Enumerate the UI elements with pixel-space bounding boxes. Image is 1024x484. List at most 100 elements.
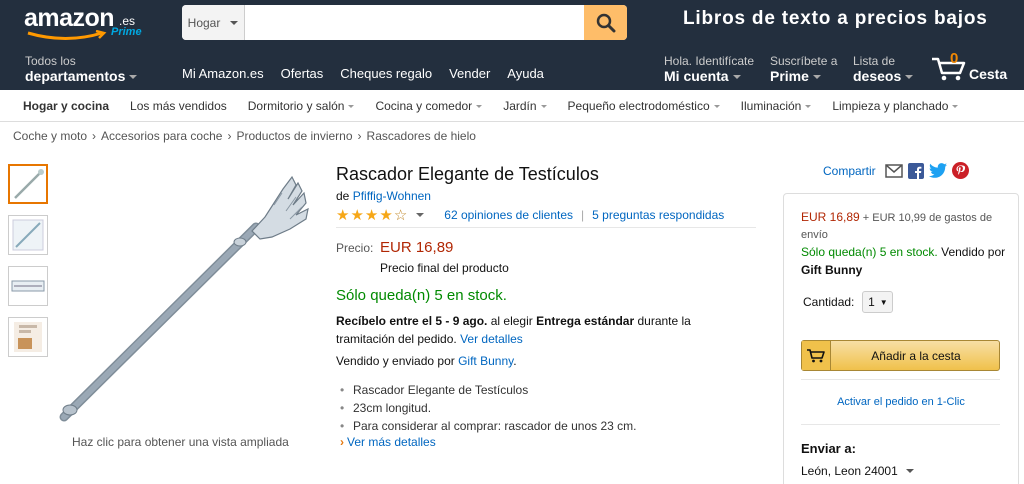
search-button[interactable] [584, 5, 627, 40]
buybox-sold-prefix: Vendido por [937, 245, 1006, 259]
subnav-item-electrodomestico[interactable]: Pequeño electrodoméstico [568, 99, 720, 113]
category-subnav: Hogar y cocina Los más vendidos Dormitor… [0, 90, 1024, 122]
chevron-down-icon [905, 75, 914, 80]
thumbnail-image [14, 322, 42, 352]
subnav-item-mas-vendidos[interactable]: Los más vendidos [130, 99, 227, 113]
buybox-stock-status: Sólo queda(n) 5 en stock. [801, 245, 938, 259]
thumbnail-image [14, 169, 44, 199]
chevron-down-icon [952, 104, 959, 108]
thumbnail-1[interactable] [8, 164, 48, 204]
subnav-item-dormitorio[interactable]: Dormitorio y salón [248, 99, 355, 113]
reviews-link[interactable]: 62 opiniones de clientes [444, 208, 573, 222]
email-icon[interactable] [884, 163, 903, 178]
account-line1: Hola. Identifícate [664, 54, 755, 68]
breadcrumb-separator: › [92, 129, 97, 143]
breadcrumb-item[interactable]: Productos de invierno [236, 129, 352, 143]
star-filled-icon: ★ [364, 206, 379, 224]
sold-by: Vendido y enviado por Gift Bunny. [336, 354, 517, 368]
ship-to-label: Enviar a: [801, 441, 856, 456]
breadcrumb-item[interactable]: Coche y moto [13, 129, 87, 143]
link-mi-amazon[interactable]: Mi Amazon.es [182, 66, 264, 81]
subnav-item-limpieza[interactable]: Limpieza y planchado [832, 99, 959, 113]
chevron-down-icon [732, 75, 741, 80]
chevron-right-icon: › [340, 435, 344, 449]
twitter-icon[interactable] [928, 163, 947, 178]
chevron-down-icon[interactable] [416, 213, 425, 217]
seller-link[interactable]: Gift Bunny [458, 354, 513, 368]
facebook-icon[interactable] [907, 162, 924, 179]
departments-line2: departamentos [25, 68, 126, 84]
wishlist-line1: Lista de [853, 54, 896, 68]
prime-menu[interactable]: Suscríbete a Prime [770, 54, 837, 84]
divider [336, 227, 756, 228]
search-input[interactable] [245, 5, 584, 40]
questions-link[interactable]: 5 preguntas respondidas [592, 208, 724, 222]
thumbnail-3[interactable] [8, 266, 48, 306]
buybox-price: EUR 16,89 + EUR 10,99 de gastos de envío [801, 209, 1006, 244]
add-to-cart-label: Añadir a la cesta [871, 348, 961, 363]
by-prefix: de [336, 189, 350, 203]
pinterest-icon[interactable] [951, 162, 969, 179]
star-filled-icon: ★ [379, 206, 393, 224]
bullet-item: Rascador Elegante de Testículos [340, 381, 636, 399]
subnav-label: Hogar y cocina [23, 98, 110, 113]
quantity-select[interactable]: 1 ▼ [862, 291, 894, 313]
subnav-item-jardin[interactable]: Jardín [503, 98, 547, 113]
logo-text: amazon [24, 4, 115, 32]
ship-to-select[interactable]: León, Leon 24001 [801, 464, 914, 478]
one-click-link[interactable]: Activar el pedido en 1-Clic [784, 396, 1018, 408]
star-filled-icon: ★ [336, 206, 350, 224]
star-rating[interactable]: ★ ★ ★ ★ ☆ [336, 208, 407, 223]
share-label[interactable]: Compartir [823, 164, 876, 178]
chevron-down-icon [540, 104, 547, 108]
subnav-item-hogar-y-cocina[interactable]: Hogar y cocina [23, 99, 109, 113]
amazon-logo[interactable]: amazon .es Prime [24, 4, 144, 44]
promo-banner[interactable]: Libros de texto a precios bajos [683, 8, 988, 30]
sold-prefix: Vendido y enviado por [336, 354, 459, 368]
sold-suffix: . [513, 354, 517, 368]
subnav-label: Jardín [503, 98, 537, 113]
link-vender[interactable]: Vender [449, 66, 490, 81]
account-line2: Mi cuenta [664, 68, 729, 84]
search-category-select[interactable]: Hogar [182, 5, 245, 40]
thumbnail-image [11, 280, 45, 292]
quantity-row: Cantidad: 1 ▼ [803, 291, 894, 313]
thumbnail-2[interactable] [8, 215, 48, 255]
cart-button[interactable]: 0 Cesta [931, 50, 1021, 84]
chevron-down-icon: ▼ [879, 297, 888, 307]
star-filled-icon: ★ [350, 206, 364, 224]
image-caption: Haz clic para obtener una vista ampliada [72, 435, 289, 449]
feature-bullets: Rascador Elegante de Testículos 23cm lon… [340, 381, 636, 435]
delivery-info: Recíbelo entre el 5 - 9 ago. al elegir E… [336, 312, 736, 348]
chevron-down-icon [129, 75, 138, 80]
product-image[interactable] [50, 165, 330, 430]
departments-menu[interactable]: Todos los departamentos [25, 54, 138, 84]
prime-line1: Suscríbete a [770, 54, 838, 68]
bullet-item: Para considerar al comprar: rascador de … [340, 417, 636, 435]
link-cheques-regalo[interactable]: Cheques regalo [340, 66, 432, 81]
ship-to-value: León, Leon 24001 [801, 464, 898, 478]
subnav-item-iluminacion[interactable]: Iluminación [741, 99, 812, 113]
breadcrumb-item[interactable]: Rascadores de hielo [367, 129, 476, 143]
price-label: Precio: [336, 241, 374, 255]
stock-status: Sólo queda(n) 5 en stock. [336, 287, 507, 304]
wishlist-menu[interactable]: Lista de deseos [853, 54, 914, 84]
thumbnail-image [12, 219, 44, 251]
link-ayuda[interactable]: Ayuda [507, 66, 544, 81]
more-details-label: Ver más detalles [347, 435, 436, 449]
separator: | [581, 208, 585, 222]
thumbnail-4[interactable] [8, 317, 48, 357]
brand-link[interactable]: Pfiffig-Wohnen [353, 189, 431, 203]
subnav-label: Iluminación [740, 98, 802, 113]
add-to-cart-button[interactable]: Añadir a la cesta [801, 340, 1000, 371]
smile-icon [27, 30, 107, 40]
subnav-item-cocina[interactable]: Cocina y comedor [375, 99, 483, 113]
account-menu[interactable]: Hola. Identifícate Mi cuenta [664, 54, 754, 84]
delivery-details-link[interactable]: Ver detalles [460, 332, 523, 346]
chevron-down-icon [805, 104, 812, 108]
link-ofertas[interactable]: Ofertas [281, 66, 324, 81]
more-details-link[interactable]: › Ver más detalles [340, 435, 436, 449]
breadcrumb-item[interactable]: Accesorios para coche [101, 129, 222, 143]
product-title: Rascador Elegante de Testículos [336, 164, 599, 184]
search-bar: Hogar [182, 5, 627, 40]
